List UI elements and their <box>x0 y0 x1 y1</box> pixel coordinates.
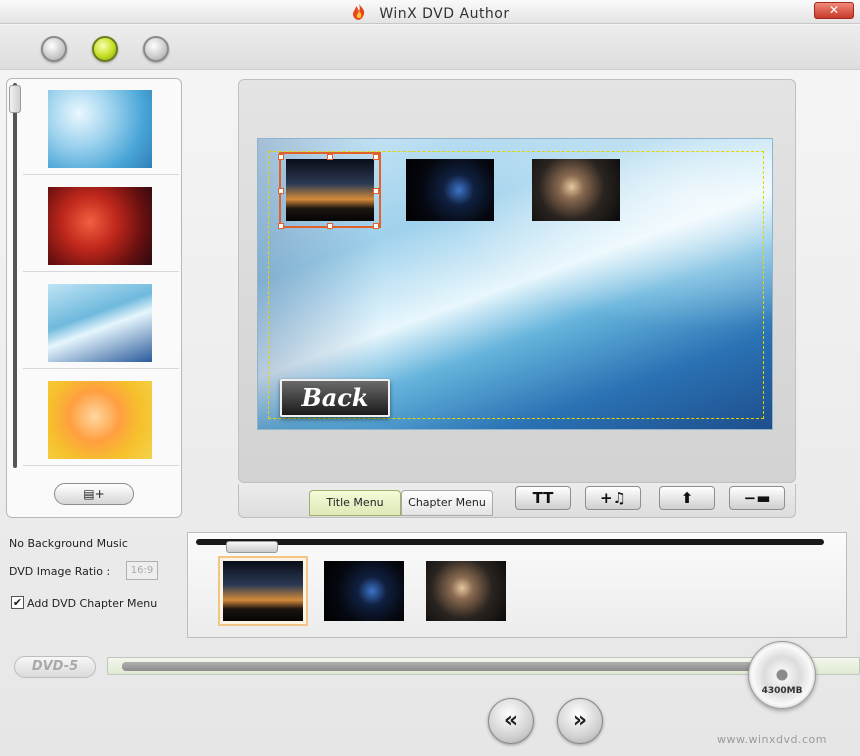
dvd-type-badge[interactable]: DVD-5 <box>14 656 96 678</box>
close-icon: ✕ <box>828 3 840 17</box>
background-thumbnail <box>48 90 152 168</box>
resize-handle[interactable] <box>327 154 333 160</box>
image-ratio-select[interactable]: 16:9 <box>126 561 158 580</box>
timeline-scroll-thumb[interactable] <box>226 541 278 553</box>
menu-chapter-thumbnail-1[interactable] <box>279 152 381 228</box>
text-icon: TT <box>532 489 554 507</box>
chapter-timeline <box>187 532 847 638</box>
resize-handle[interactable] <box>373 188 379 194</box>
add-text-button[interactable]: TT <box>515 486 571 510</box>
resize-handle[interactable] <box>278 188 284 194</box>
timeline-chapter-1[interactable] <box>218 556 308 626</box>
timeline-chapter-3[interactable] <box>426 561 506 621</box>
menu-chapter-thumbnail-2[interactable] <box>406 159 494 221</box>
window-title: WinX DVD Author <box>379 6 510 22</box>
image-ratio-label: DVD Image Ratio : <box>9 565 111 578</box>
tab-chapter-menu[interactable]: Chapter Menu <box>401 490 493 516</box>
add-chapter-menu-label: Add DVD Chapter Menu <box>27 597 158 610</box>
add-background-button[interactable]: ▤+ <box>54 483 134 505</box>
step-1-button[interactable] <box>41 36 67 62</box>
background-item-blue-wave[interactable] <box>23 273 179 369</box>
double-chevron-right-icon: » <box>572 708 588 733</box>
resize-handle[interactable] <box>373 154 379 160</box>
add-chapter-menu-checkbox[interactable]: ✔ <box>11 596 24 609</box>
background-item-red-flowers[interactable] <box>23 176 179 272</box>
move-up-button[interactable]: ⬆ <box>659 486 715 510</box>
window-title-group: WinX DVD Author <box>0 3 860 22</box>
background-thumbnail <box>48 381 152 459</box>
chapter-thumbnail <box>223 561 303 621</box>
scrollbar-thumb[interactable] <box>9 85 21 113</box>
add-background-icon: ▤+ <box>83 487 105 501</box>
timeline-scrollbar[interactable] <box>196 539 824 553</box>
resize-handle[interactable] <box>373 223 379 229</box>
resize-handle[interactable] <box>327 223 333 229</box>
double-chevron-left-icon: « <box>503 708 519 733</box>
previous-button[interactable]: « <box>488 698 534 744</box>
background-list-scrollbar[interactable] <box>9 83 21 468</box>
background-thumbnail <box>48 187 152 265</box>
resize-handle[interactable] <box>278 223 284 229</box>
background-item-orange-roses[interactable] <box>23 370 179 466</box>
background-music-status: No Background Music <box>9 537 128 550</box>
menu-chapter-thumbnail-3[interactable] <box>532 159 620 221</box>
flame-logo-icon <box>353 4 365 20</box>
step-toolbar <box>0 25 860 70</box>
menu-tabs-bar: Title Menu Chapter Menu TT +♫ ⬆ −▬ <box>238 484 796 518</box>
background-thumbnail <box>48 284 152 362</box>
menu-back-button[interactable]: Back <box>280 379 390 417</box>
disc-usage-fill <box>122 662 753 671</box>
step-3-button[interactable] <box>143 36 169 62</box>
disc-capacity-label: 4300MB <box>761 686 803 696</box>
scrollbar-track[interactable] <box>13 83 17 468</box>
menu-canvas[interactable]: Back <box>257 138 773 430</box>
remove-button[interactable]: −▬ <box>729 486 785 510</box>
background-item-blue-sparkle[interactable] <box>23 79 179 175</box>
close-button[interactable]: ✕ <box>814 2 854 19</box>
step-2-button[interactable] <box>92 36 118 62</box>
add-music-button[interactable]: +♫ <box>585 486 641 510</box>
next-button[interactable]: » <box>557 698 603 744</box>
remove-icon: −▬ <box>743 489 771 507</box>
add-music-icon: +♫ <box>599 489 626 507</box>
disc-capacity-icon: 4300MB <box>748 641 816 709</box>
tab-title-menu[interactable]: Title Menu <box>309 490 401 516</box>
background-list-panel: ▤+ <box>6 78 182 518</box>
arrow-up-icon: ⬆ <box>680 489 694 507</box>
resize-handle[interactable] <box>278 154 284 160</box>
timeline-chapter-2[interactable] <box>324 561 404 621</box>
website-watermark: www.winxdvd.com <box>717 733 827 746</box>
title-bar: WinX DVD Author ✕ <box>0 0 860 24</box>
